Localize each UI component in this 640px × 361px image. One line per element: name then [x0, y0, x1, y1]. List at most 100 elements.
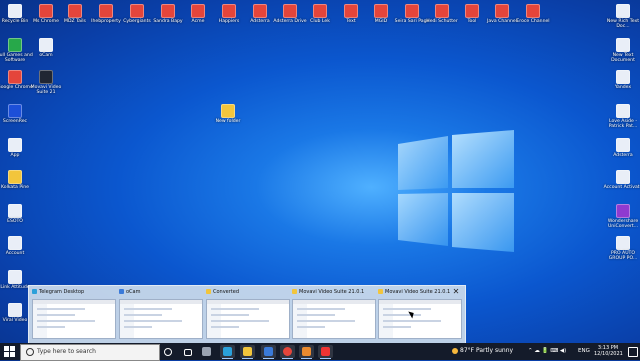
file-icon: [616, 236, 630, 250]
file-icon: [8, 138, 22, 152]
taskbar-mobile-button[interactable]: [318, 345, 333, 359]
chrome-icon: [283, 347, 292, 356]
preview-title: Telegram Desktop: [32, 289, 116, 296]
taskbar: Type here to search 87°F Partly sunny ⌃ …: [0, 343, 640, 361]
movavi-icon: [39, 70, 53, 84]
task-preview-thumbnail[interactable]: Telegram Desktop: [32, 289, 116, 341]
window-preview-image: [206, 299, 290, 339]
desktop-icon-label: New Rich Text Doc...: [606, 19, 640, 29]
desktop-icon-label: New folder: [215, 119, 241, 124]
app-icon: [206, 289, 211, 294]
task-preview-thumbnail[interactable]: Movavi Video Suite 21.0.1: [292, 289, 376, 341]
task-preview-thumbnail[interactable]: Movavi Video Suite 21.0.1: [378, 289, 462, 341]
preview-title-text: Movavi Video Suite 21.0.1: [299, 289, 365, 295]
chrome-shortcut-icon: [253, 4, 267, 18]
desktop-icon[interactable]: Wondershare UniConvert...: [603, 204, 640, 236]
clock[interactable]: 3:13 PM 12/10/2021: [594, 345, 623, 357]
task-preview-thumbnail[interactable]: oCam: [119, 289, 203, 341]
close-icon[interactable]: ✕: [452, 288, 460, 296]
file-icon: [8, 236, 22, 250]
desktop-icon-label: App: [10, 153, 20, 158]
desktop-icon-label: Kolkata Pine: [0, 185, 30, 190]
chrome-shortcut-icon: [526, 4, 540, 18]
desktop-icon-label: Account Activate: [603, 185, 640, 190]
app-icon: [378, 289, 383, 294]
tray-icons[interactable]: ⌃ ☁ 🔋 ⌨ ◀): [528, 348, 566, 354]
chrome-shortcut-icon: [374, 4, 388, 18]
desktop-icon[interactable]: PRO AUTO GROUP PO...: [603, 236, 640, 268]
desktop-icon[interactable]: New Rich Text Doc...: [603, 4, 640, 36]
desktop-icon[interactable]: oCam: [26, 38, 66, 70]
chrome-shortcut-icon: [344, 4, 358, 18]
desktop-icon[interactable]: New Text Document: [603, 38, 640, 70]
preview-title-text: Movavi Video Suite 21.0.1: [385, 289, 451, 295]
ocam-icon: [39, 38, 53, 52]
sun-icon: [452, 347, 458, 354]
date: 12/10/2021: [594, 351, 623, 357]
windows-wallpaper-logo: [398, 130, 514, 252]
taskbar-movavi-button[interactable]: [299, 345, 314, 359]
desktop-icon[interactable]: Movavi Video Suite 21: [26, 70, 66, 102]
search-icon: [26, 348, 34, 356]
language-indicator[interactable]: ENG: [578, 348, 590, 354]
taskbar-task-view-button[interactable]: [180, 345, 195, 358]
screenrec-icon: [8, 104, 22, 118]
folder-icon: [8, 170, 22, 184]
chrome-shortcut-icon: [130, 4, 144, 18]
chrome-shortcut-icon: [405, 4, 419, 18]
mobile-icon: [321, 347, 330, 356]
desktop-icon[interactable]: Kolkata Pine: [0, 170, 35, 202]
desktop-icon-label: Adsterra: [613, 153, 633, 158]
desktop-icon[interactable]: Eroce Channel: [513, 4, 553, 36]
desktop-icon[interactable]: ESOTO: [0, 204, 35, 236]
desktop-icon[interactable]: Adsterra: [603, 138, 640, 170]
taskbar-settings-button[interactable]: [199, 345, 214, 358]
window-preview-image: [292, 299, 376, 339]
settings-icon: [202, 347, 211, 356]
preview-title-text: Telegram Desktop: [39, 289, 85, 295]
desktop-icon-label: Account: [5, 251, 25, 256]
file-explorer-icon: [243, 347, 252, 356]
chrome-icon: [8, 70, 22, 84]
desktop-icon-label: oCam: [39, 53, 53, 58]
file-icon: [8, 270, 22, 284]
desktop-icon[interactable]: Account Activate: [603, 170, 640, 202]
taskbar-thumbnail-previews: Telegram Desktop oCam Converted Movavi Vide…: [28, 285, 466, 345]
weather-widget[interactable]: 87°F Partly sunny: [452, 347, 513, 354]
desktop-icon-label: Yandex: [614, 85, 632, 90]
desktop-icon[interactable]: Yandex: [603, 70, 640, 102]
document-icon: [616, 138, 630, 152]
taskbar-file-explorer-button[interactable]: [240, 345, 255, 359]
preview-title: oCam: [119, 289, 203, 296]
desktop-icon[interactable]: ScreenRec: [0, 104, 35, 136]
app-icon: [119, 289, 124, 294]
desktop-icon[interactable]: New folder: [208, 104, 248, 136]
preview-title: Converted: [206, 289, 290, 296]
desktop-icon[interactable]: Account: [0, 236, 35, 268]
document-icon: [616, 170, 630, 184]
start-button[interactable]: [4, 346, 15, 357]
desktop: Recycle Bin Ms Chrome MDZ Tails Ihebpropert…: [0, 0, 640, 345]
file-icon: [8, 204, 22, 218]
wondershare-icon: [616, 204, 630, 218]
folder-icon: [221, 104, 235, 118]
window-preview-image: [378, 299, 462, 339]
weather-text: 87°F Partly sunny: [460, 347, 514, 354]
window-preview-image: [32, 299, 116, 339]
preview-title-text: Converted: [213, 289, 240, 295]
desktop-icon-label: New Text Document: [611, 53, 635, 63]
document-icon: [616, 104, 630, 118]
document-icon: [616, 38, 630, 52]
movavi-icon: [302, 347, 311, 356]
task-preview-thumbnail[interactable]: Converted: [206, 289, 290, 341]
taskbar-chrome-button[interactable]: [280, 345, 295, 359]
search-box[interactable]: Type here to search: [20, 344, 160, 361]
desktop-icon-label: ScreenRec: [2, 119, 28, 124]
taskbar-ocam-button[interactable]: [261, 345, 276, 359]
desktop-icon[interactable]: App: [0, 138, 35, 170]
app-icon: [32, 289, 37, 294]
desktop-icon[interactable]: Love Aside - Patrick Pat...: [603, 104, 640, 136]
notification-icon[interactable]: [628, 347, 638, 357]
taskbar-telegram-button[interactable]: [220, 345, 235, 359]
taskbar-cortana-button[interactable]: [160, 345, 175, 358]
